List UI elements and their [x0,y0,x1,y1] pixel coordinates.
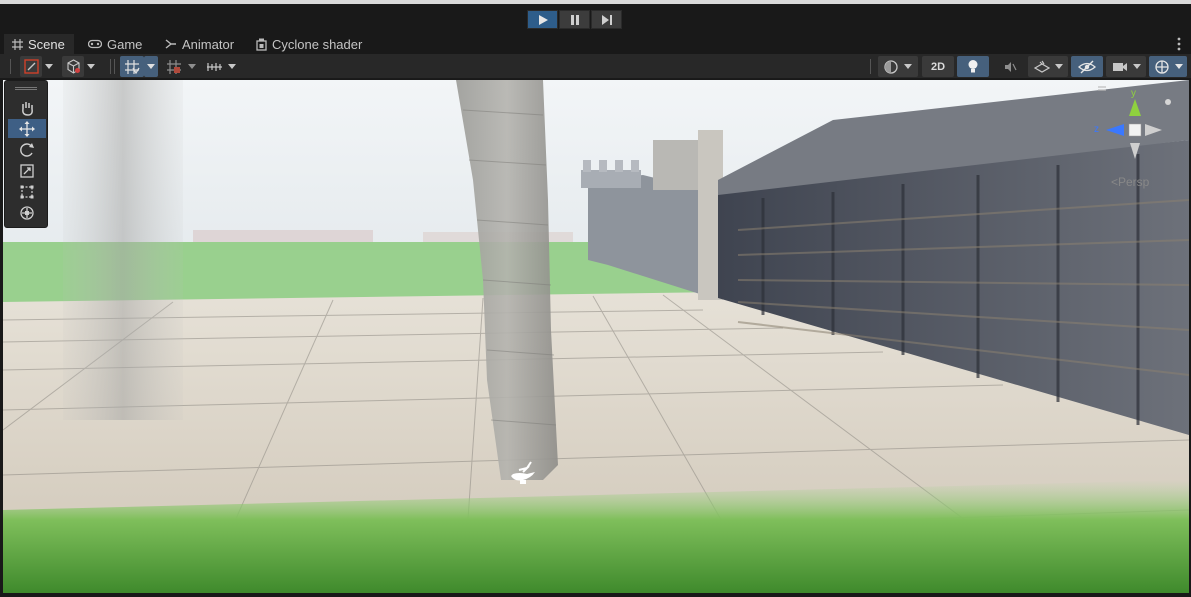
audio-mute-icon [1005,61,1017,72]
draw-mode-icon [23,59,39,74]
palette-drag-handle[interactable] [15,87,37,90]
play-icon [538,14,548,25]
rotate-icon [20,142,34,157]
tab-label: Game [107,36,143,52]
more-options-icon[interactable] [1177,37,1181,54]
tab-game[interactable]: Game [80,34,150,54]
chevron-down-icon [1054,64,1063,69]
scene-render [3,80,1189,593]
play-button[interactable] [527,10,558,29]
rect-tool-button[interactable] [8,182,46,201]
lighting-toggle-button[interactable] [957,56,989,77]
scene-toolbar: 2D [0,54,1191,79]
chevron-down-icon [1174,64,1183,69]
viewport-bottom-border [0,593,1191,597]
move-icon [19,120,35,137]
gizmo-z-label: z [1094,124,1099,135]
increment-snap-button[interactable] [163,56,185,77]
tab-cyclone-shader[interactable]: Cyclone shader [248,34,370,54]
chevron-down-icon [228,64,236,69]
grid-snap-dropdown[interactable] [144,56,158,77]
chevron-down-icon [87,64,95,69]
chevron-down-icon [188,64,196,69]
gizmos-button[interactable] [1149,56,1187,77]
transform-tool-button[interactable] [8,203,46,222]
toolbar-separator [10,59,11,74]
gizmo-icon [1154,59,1169,74]
scale-icon [20,163,34,178]
hand-icon [22,101,33,116]
layers-icon [1033,60,1050,73]
camera-icon [1112,62,1127,71]
hand-tool-button[interactable] [8,98,46,117]
step-button[interactable] [591,10,622,29]
shader-icon [256,38,267,51]
toolbar-separator [870,59,871,74]
rotate-tool-button[interactable] [8,140,46,159]
animator-icon [165,38,177,50]
draw-mode-button[interactable] [20,56,42,77]
draw-mode-dropdown[interactable] [42,56,56,77]
shading-mode-button[interactable] [878,56,918,77]
grid-snap-icon [125,59,140,74]
tab-bar: Scene Game Animator Cyclone shader [0,34,1191,54]
grid-snap-button[interactable] [120,56,144,77]
tab-animator[interactable]: Animator [157,34,242,54]
lightbulb-icon [968,60,978,73]
chevron-down-icon [45,64,53,69]
transform-icon [20,205,34,220]
eye-slash-icon [1078,60,1096,73]
sphere-icon [884,59,898,74]
increment-snap-icon [167,59,181,74]
chevron-down-icon [1132,64,1141,69]
tool-palette [4,80,48,228]
gamepad-icon [88,39,102,49]
chevron-down-icon [904,64,912,69]
object-mode-dropdown[interactable] [84,56,98,77]
play-controls [527,10,623,29]
pause-button[interactable] [559,10,590,29]
tab-label: Scene [28,36,65,52]
effects-button[interactable] [1028,56,1068,77]
cube-icon [66,59,80,74]
2d-label: 2D [930,60,946,73]
scene-viewport[interactable] [3,80,1189,593]
ruler-button[interactable] [203,56,225,77]
pause-icon [570,14,579,25]
tab-label: Animator [182,36,235,52]
play-bar [0,0,1191,34]
audio-toggle-button[interactable] [995,56,1025,77]
projection-label[interactable]: <Persp [1111,175,1149,189]
2d-toggle-button[interactable]: 2D [922,56,954,77]
tab-scene[interactable]: Scene [4,34,74,54]
toolbar-separator [110,59,111,74]
grid-icon [12,38,23,50]
ruler-dropdown[interactable] [225,56,239,77]
scale-tool-button[interactable] [8,161,46,180]
rect-transform-icon [20,185,34,198]
gizmo-y-label: y [1131,88,1136,99]
step-icon [601,14,612,25]
chevron-down-icon [147,64,155,69]
object-mode-button[interactable] [62,56,84,77]
tab-label: Cyclone shader [272,36,363,52]
toolbar-separator [114,59,115,74]
camera-settings-button[interactable] [1106,56,1146,77]
increment-snap-dropdown[interactable] [185,56,199,77]
scene-visibility-button[interactable] [1071,56,1103,77]
ruler-icon [206,62,222,71]
move-tool-button[interactable] [8,119,46,138]
